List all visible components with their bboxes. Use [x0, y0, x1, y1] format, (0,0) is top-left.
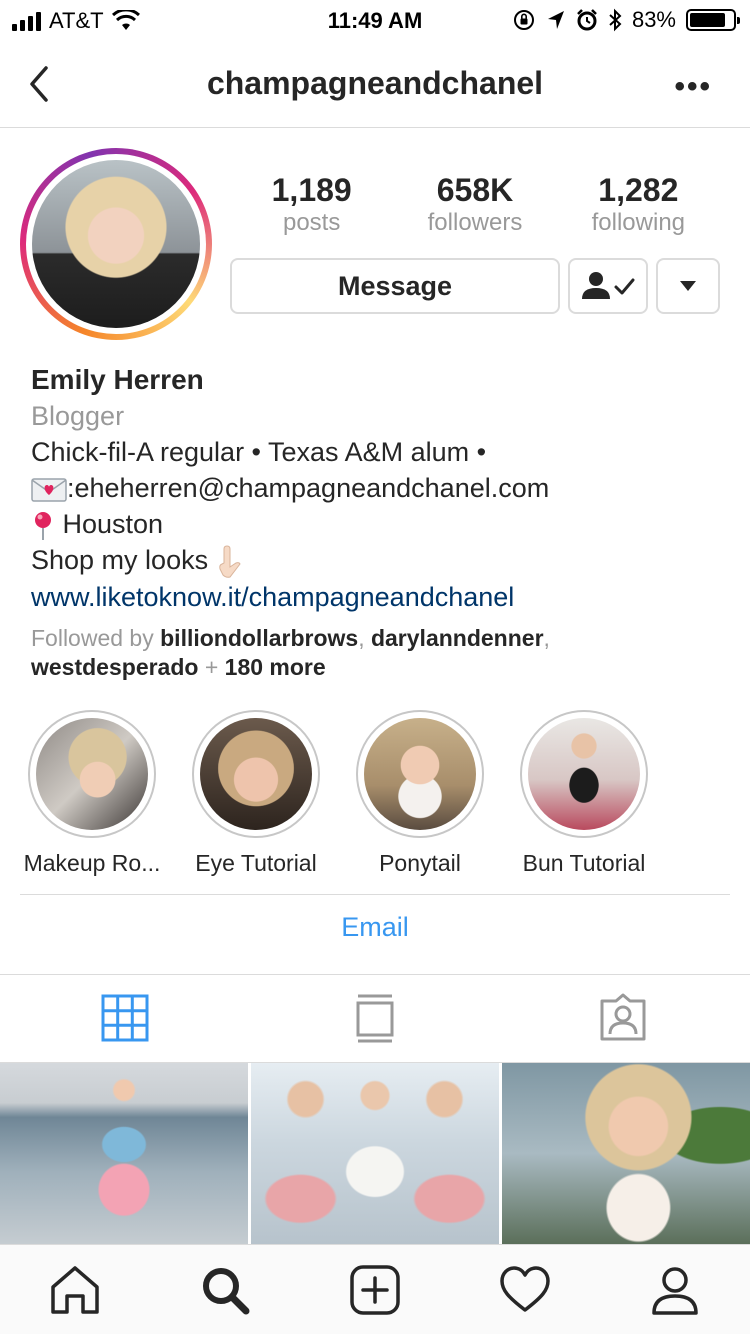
highlight-cover — [364, 718, 476, 830]
bio-line-shop: Shop my looks — [31, 542, 731, 579]
pin-icon — [35, 511, 51, 540]
bio-website-link[interactable]: www.liketoknow.it/champagneandchanel — [31, 579, 731, 615]
bottom-tab-bar — [0, 1244, 750, 1334]
posts-grid — [0, 1063, 750, 1244]
following-count: 1,282 — [598, 172, 679, 208]
navigation-bar: champagneandchanel ••• — [0, 40, 750, 128]
suggestions-dropdown-button[interactable] — [656, 258, 720, 314]
battery-icon — [686, 9, 740, 31]
bio-line-1: Chick-fil-A regular • Texas A&M alum • — [31, 437, 487, 467]
profile-name: Emily Herren — [31, 364, 204, 395]
story-highlights: Makeup Ro... Eye Tutorial Ponytail Bun T… — [0, 710, 750, 880]
love-letter-icon — [31, 478, 67, 502]
post-thumbnail[interactable] — [251, 1063, 499, 1244]
bio-location-text: Houston — [55, 509, 164, 539]
followed-by-separator: , — [358, 625, 371, 651]
location-icon — [547, 11, 564, 29]
followed-by-more[interactable]: 180 more — [225, 654, 326, 680]
highlight-item[interactable]: Ponytail — [335, 710, 505, 877]
grid-icon[interactable] — [100, 993, 150, 1043]
followed-by-user[interactable]: darylanndenner — [371, 625, 544, 651]
posts-stat[interactable]: 1,189 posts — [230, 172, 393, 238]
highlight-label: Eye Tutorial — [195, 850, 317, 876]
highlight-label: Makeup Ro... — [23, 850, 161, 876]
alarm-icon — [577, 9, 597, 31]
followed-by-prefix: Followed by — [31, 625, 161, 651]
bio-line-location: Houston — [31, 506, 731, 542]
profile-tabs — [0, 975, 750, 1063]
message-button[interactable]: Message — [230, 258, 560, 314]
followers-stat[interactable]: 658K followers — [393, 172, 556, 238]
home-icon[interactable] — [48, 1263, 102, 1317]
followed-by-separator: , — [543, 625, 550, 651]
page-title: champagneandchanel — [206, 65, 544, 101]
highlight-item[interactable]: Eye Tutorial — [171, 710, 341, 877]
caret-down-icon — [680, 281, 696, 291]
add-icon[interactable] — [348, 1263, 402, 1317]
following-stat[interactable]: 1,282 following — [557, 172, 720, 238]
highlight-item[interactable]: Makeup Ro... — [7, 710, 177, 877]
post-thumbnail[interactable] — [502, 1063, 750, 1244]
status-bar: AT&T 11:49 AM 83% — [0, 0, 750, 40]
avatar-photo — [32, 160, 200, 328]
followed-by-separator: + — [198, 654, 225, 680]
highlight-label: Ponytail — [379, 850, 461, 876]
profile-icon[interactable] — [648, 1263, 702, 1317]
person-check-icon — [582, 272, 635, 299]
followed-by-user[interactable]: westdesperado — [31, 654, 198, 680]
posts-label: posts — [282, 209, 341, 236]
bluetooth-icon — [609, 8, 622, 32]
following-label: following — [591, 209, 686, 236]
avatar[interactable] — [20, 148, 212, 340]
highlight-label: Bun Tutorial — [522, 850, 646, 876]
profile-category: Blogger — [31, 401, 125, 431]
highlight-cover — [528, 718, 640, 830]
highlight-cover — [36, 718, 148, 830]
post-thumbnail[interactable] — [0, 1063, 248, 1244]
bio-email-text: :eheherren@champagneandchanel.com — [67, 473, 550, 503]
following-button[interactable] — [568, 258, 648, 314]
bio-line-email: :eheherren@champagneandchanel.com — [31, 470, 731, 506]
tagged-icon[interactable] — [598, 993, 648, 1043]
search-icon[interactable] — [198, 1263, 252, 1317]
bio-shop-text: Shop my looks — [31, 545, 216, 575]
more-options-icon[interactable]: ••• — [674, 70, 712, 104]
divider — [20, 894, 730, 895]
orientation-lock-icon — [513, 10, 534, 30]
highlight-cover — [200, 718, 312, 830]
followed-by[interactable]: Followed by billiondollarbrows, darylann… — [31, 624, 731, 682]
profile-bio: Emily Herren Blogger Chick-fil-A regular… — [31, 362, 731, 615]
battery-percent: 83% — [631, 7, 676, 32]
followed-by-user[interactable]: billiondollarbrows — [160, 625, 358, 651]
heart-icon[interactable] — [498, 1263, 552, 1317]
posts-count: 1,189 — [271, 172, 352, 208]
pointing-down-icon — [218, 545, 241, 578]
followers-count: 658K — [436, 172, 514, 208]
feed-icon[interactable] — [350, 993, 400, 1043]
profile-stats: 1,189 posts 658K followers 1,282 followi… — [230, 172, 720, 238]
email-button[interactable]: Email — [0, 912, 750, 943]
followers-label: followers — [427, 209, 523, 236]
highlight-item[interactable]: Bun Tutorial — [499, 710, 669, 877]
